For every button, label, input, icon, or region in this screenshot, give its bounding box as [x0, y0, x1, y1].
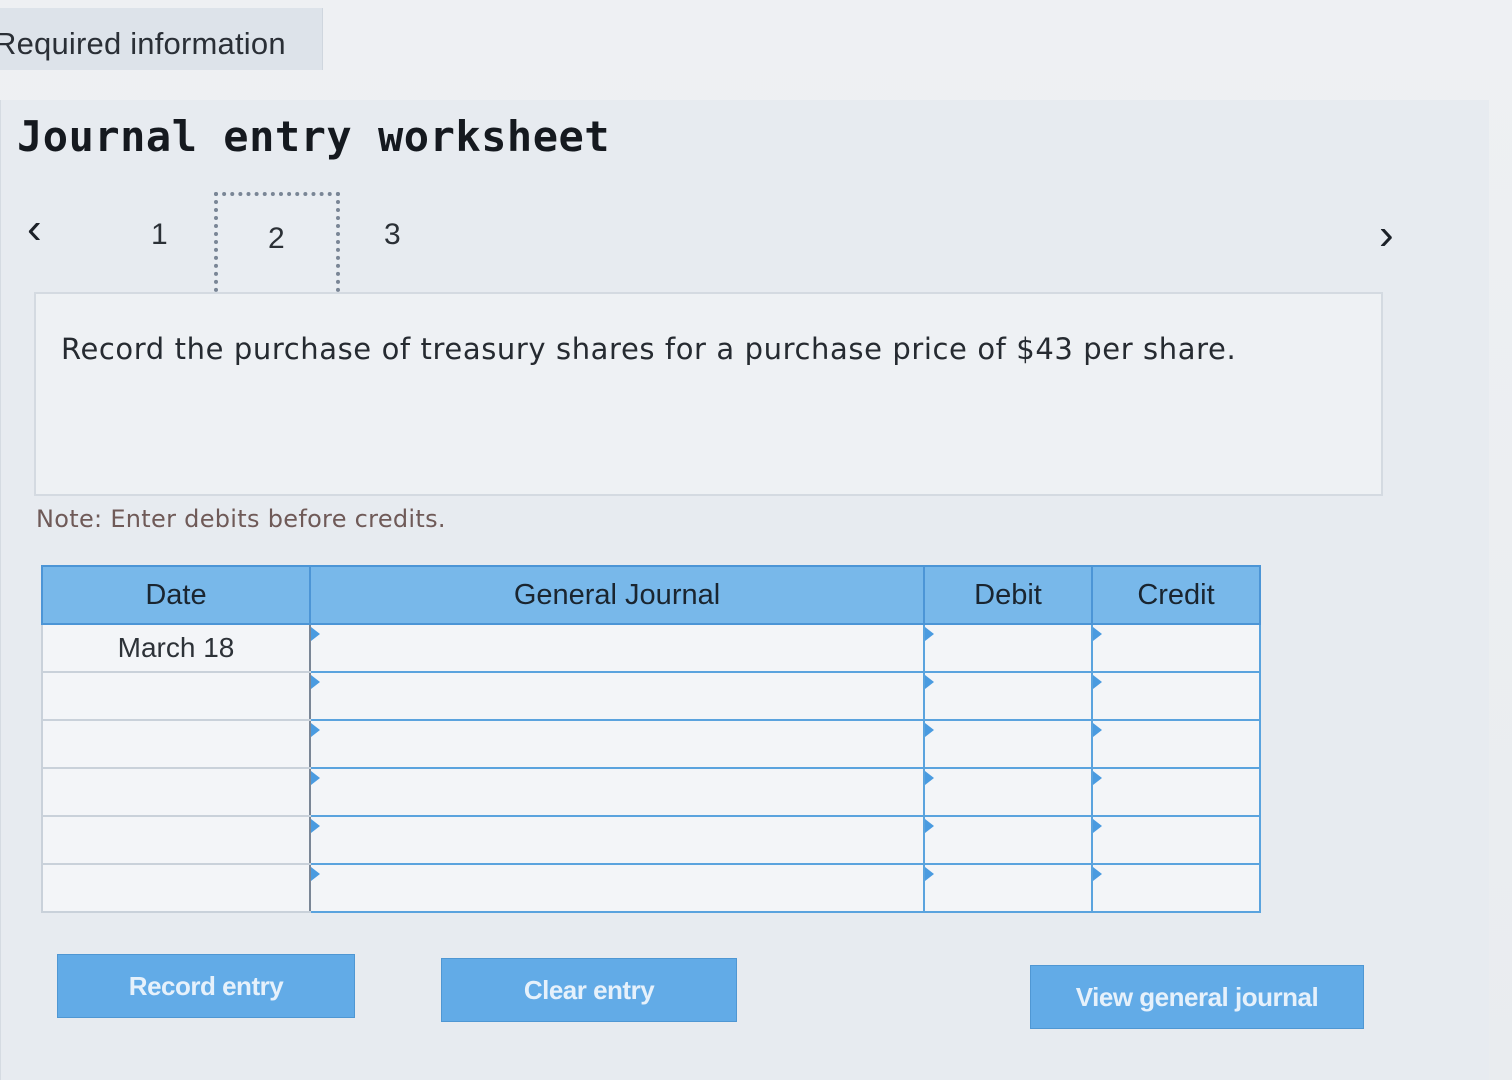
instruction-box: Record the purchase of treasury shares f… [34, 292, 1383, 496]
account-input[interactable] [309, 815, 925, 865]
table-row [41, 767, 1261, 817]
date-cell [41, 815, 311, 865]
date-cell: March 18 [41, 623, 311, 673]
chevron-left-icon[interactable]: ‹ [27, 207, 42, 251]
account-input[interactable] [309, 767, 925, 817]
chevron-right-icon[interactable]: › [1379, 213, 1394, 257]
debit-input[interactable] [923, 671, 1093, 721]
page-2-current[interactable]: 2 [214, 192, 340, 300]
credit-input[interactable] [1091, 767, 1261, 817]
table-row [41, 671, 1261, 721]
debit-input[interactable] [923, 767, 1093, 817]
account-input[interactable] [309, 671, 925, 721]
debit-input[interactable] [923, 815, 1093, 865]
header-credit: Credit [1091, 565, 1261, 625]
credit-input[interactable] [1091, 719, 1261, 769]
required-information-tab[interactable]: Required information [0, 8, 323, 70]
page: Required information Journal entry works… [0, 0, 1512, 1080]
journal-table: Date General Journal Debit Credit March … [41, 565, 1261, 913]
account-input[interactable] [309, 719, 925, 769]
required-information-label: Required information [0, 26, 286, 61]
debit-input[interactable] [923, 719, 1093, 769]
table-row: March 18 [41, 623, 1261, 673]
worksheet-title: Journal entry worksheet [17, 112, 611, 161]
debit-input[interactable] [923, 863, 1093, 913]
credit-input[interactable] [1091, 815, 1261, 865]
record-entry-button[interactable]: Record entry [57, 954, 355, 1018]
table-row [41, 815, 1261, 865]
table-row [41, 863, 1261, 913]
clear-entry-button[interactable]: Clear entry [441, 958, 737, 1022]
header-date: Date [41, 565, 311, 625]
date-cell [41, 719, 311, 769]
instruction-text: Record the purchase of treasury shares f… [61, 332, 1237, 366]
date-cell [41, 863, 311, 913]
account-input[interactable] [309, 623, 925, 673]
journal-header-row: Date General Journal Debit Credit [41, 565, 1261, 625]
header-general-journal: General Journal [309, 565, 925, 625]
header-debit: Debit [923, 565, 1093, 625]
page-1-link[interactable]: 1 [151, 218, 168, 252]
credit-input[interactable] [1091, 863, 1261, 913]
journal-entry-worksheet: Journal entry worksheet ‹ 1 2 3 › Record… [0, 100, 1489, 1080]
note-text: Note: Enter debits before credits. [36, 505, 446, 533]
date-cell [41, 767, 311, 817]
debit-input[interactable] [923, 623, 1093, 673]
table-row [41, 719, 1261, 769]
page-3-link[interactable]: 3 [384, 218, 401, 252]
date-cell [41, 671, 311, 721]
credit-input[interactable] [1091, 623, 1261, 673]
account-input[interactable] [309, 863, 925, 913]
credit-input[interactable] [1091, 671, 1261, 721]
view-general-journal-button[interactable]: View general journal [1030, 965, 1364, 1029]
page-2-label: 2 [268, 222, 285, 255]
